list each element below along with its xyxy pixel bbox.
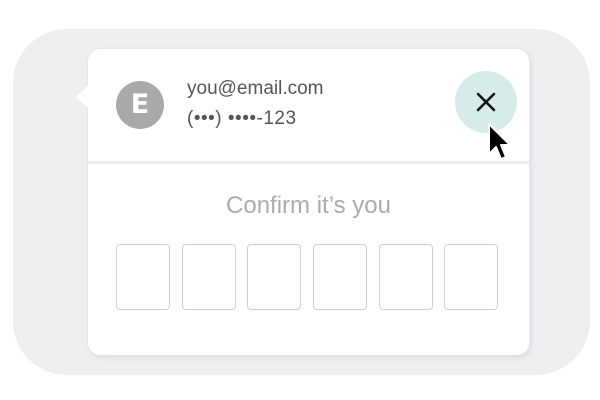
- mouse-pointer-icon: [488, 123, 511, 160]
- code-digit-1[interactable]: [116, 244, 170, 310]
- code-digit-4[interactable]: [313, 244, 367, 310]
- code-digit-2[interactable]: [182, 244, 236, 310]
- avatar: E: [116, 81, 164, 129]
- code-digit-3[interactable]: [247, 244, 301, 310]
- code-digit-5[interactable]: [379, 244, 433, 310]
- code-input-row: [116, 244, 502, 312]
- confirm-title: Confirm it’s you: [226, 192, 391, 219]
- verification-body: Confirm it’s you: [88, 164, 529, 355]
- close-icon: [476, 92, 496, 112]
- stage: E you@email.com (•••) ••••-123 Confirm i…: [0, 0, 600, 400]
- account-phone: (•••) ••••-123: [187, 108, 297, 129]
- code-digit-6[interactable]: [444, 244, 498, 310]
- account-email: you@email.com: [187, 78, 324, 99]
- account-header: E you@email.com (•••) ••••-123: [88, 49, 529, 164]
- verification-popover: E you@email.com (•••) ••••-123 Confirm i…: [76, 49, 529, 355]
